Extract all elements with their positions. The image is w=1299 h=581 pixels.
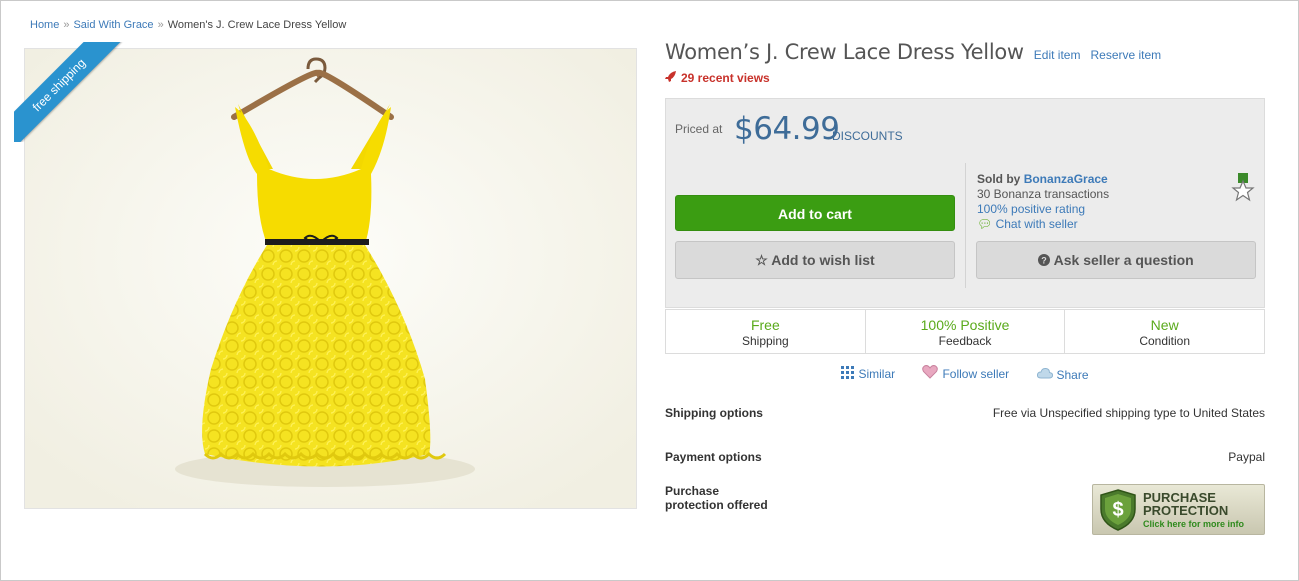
rocket-icon — [665, 71, 677, 85]
star-outline-icon: ☆ — [755, 252, 768, 268]
question-circle-icon: ? — [1038, 252, 1053, 268]
breadcrumb-home[interactable]: Home — [30, 19, 59, 31]
discounts-link[interactable]: DISCOUNTS — [832, 129, 903, 143]
purchase-protection-badge[interactable]: $ PURCHASE PROTECTION Click here for mor… — [1092, 484, 1265, 535]
stat-feedback: 100% Positive Feedback — [866, 310, 1066, 353]
breadcrumb-store[interactable]: Said With Grace — [73, 19, 153, 31]
seller-name-link[interactable]: BonanzaGrace — [1024, 172, 1108, 186]
product-title: Women’s J. Crew Lace Dress Yellow — [665, 40, 1024, 64]
similar-link[interactable]: Similar — [841, 366, 895, 382]
recent-views: 29 recent views — [665, 71, 770, 85]
stat-value: New — [1150, 317, 1179, 333]
cloud-icon — [1036, 367, 1053, 382]
follow-seller-link[interactable]: Follow seller — [922, 365, 1009, 382]
breadcrumb-separator: » — [63, 19, 70, 31]
grid-icon — [841, 366, 855, 382]
add-to-cart-button[interactable]: Add to cart — [675, 195, 955, 231]
recent-views-count: 29 recent views — [681, 71, 770, 85]
stat-value: Free — [750, 317, 780, 333]
stats-bar: Free Shipping 100% Positive Feedback New… — [665, 309, 1265, 354]
title-row: Women’s J. Crew Lace Dress Yellow Edit it… — [665, 40, 1161, 64]
ask-seller-label: Ask seller a question — [1053, 252, 1194, 268]
free-shipping-ribbon: free shipping — [14, 42, 126, 142]
ask-seller-button[interactable]: ? Ask seller a question — [976, 241, 1256, 279]
protection-more-info: Click here for more info — [1143, 519, 1245, 529]
stat-condition: New Condition — [1065, 310, 1264, 353]
seller-rating-link[interactable]: 100% positive rating — [977, 202, 1085, 216]
free-shipping-label: free shipping — [14, 42, 122, 142]
speech-bubble-icon: 💬︎ — [977, 217, 993, 231]
chat-with-seller-link[interactable]: 💬︎ Chat with seller — [977, 217, 1078, 231]
purchase-protection-label: Purchase protection offered — [665, 484, 768, 512]
protection-title-line-2: PROTECTION — [1143, 503, 1229, 518]
stat-shipping: Free Shipping — [666, 310, 866, 353]
protection-title: PURCHASE PROTECTION — [1143, 491, 1228, 517]
seller-info: Sold by BonanzaGrace 30 Bonanza transact… — [977, 172, 1109, 232]
buy-box: Priced at $64.99 DISCOUNTS Add to cart ☆… — [665, 98, 1265, 308]
social-actions: Similar Follow seller Share — [665, 365, 1265, 382]
purchase-protection-line-2: protection offered — [665, 498, 768, 512]
stat-label: Condition — [1139, 334, 1191, 348]
similar-label: Similar — [858, 367, 896, 381]
buybox-divider — [965, 163, 966, 288]
shipping-options-value: Free via Unspecified shipping type to Un… — [992, 406, 1265, 420]
sold-by-label: Sold by — [977, 172, 1021, 186]
seller-transactions: 30 Bonanza transactions — [977, 187, 1110, 201]
svg-text:$: $ — [1112, 499, 1123, 521]
follow-seller-label: Follow seller — [942, 366, 1010, 381]
breadcrumb: Home» Said With Grace» Women's J. Crew Lac… — [30, 19, 346, 31]
add-to-wishlist-button[interactable]: ☆ Add to wish list — [675, 241, 955, 279]
dollar-shield-icon: $ — [1099, 489, 1137, 536]
share-label: Share — [1056, 367, 1089, 382]
share-link[interactable]: Share — [1036, 367, 1089, 382]
star-ribbon-icon — [1231, 173, 1255, 208]
edit-item-link[interactable]: Edit item — [1034, 48, 1081, 62]
breadcrumb-separator: » — [157, 19, 164, 31]
heart-icon — [922, 365, 939, 382]
priced-at-label: Priced at — [675, 122, 723, 136]
price: $64.99 — [734, 111, 840, 147]
shipping-options-label: Shipping options — [665, 406, 763, 420]
purchase-protection-line-1: Purchase — [665, 484, 720, 498]
payment-options-label: Payment options — [665, 450, 762, 464]
chat-with-seller-label: Chat with seller — [995, 217, 1078, 231]
stat-label: Feedback — [938, 334, 992, 348]
breadcrumb-current: Women's J. Crew Lace Dress Yellow — [167, 19, 347, 31]
add-to-wishlist-label: Add to wish list — [771, 252, 875, 268]
reserve-item-link[interactable]: Reserve item — [1090, 48, 1161, 62]
stat-label: Shipping — [741, 334, 789, 348]
svg-text:?: ? — [1042, 256, 1048, 266]
payment-options-value: Paypal — [1228, 450, 1265, 464]
stat-value: 100% Positive — [920, 317, 1010, 333]
